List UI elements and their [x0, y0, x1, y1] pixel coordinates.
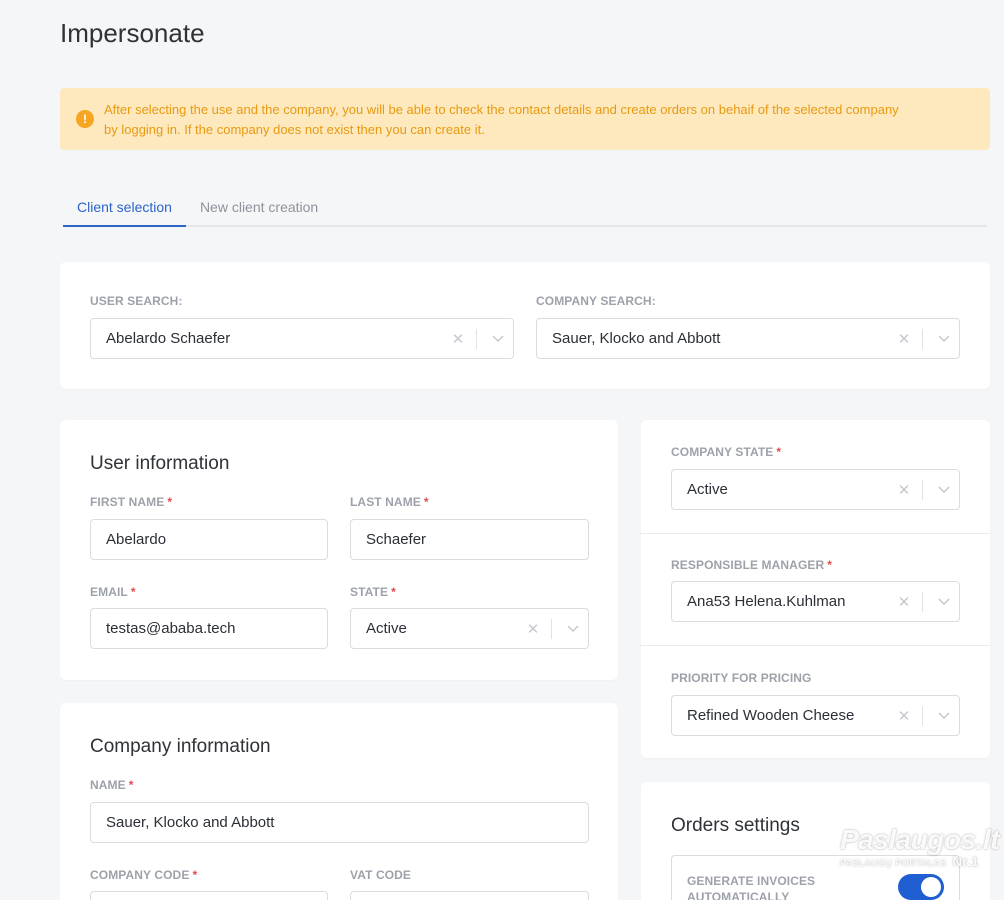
- clear-icon[interactable]: ✕: [892, 330, 916, 348]
- first-name-field[interactable]: [90, 519, 328, 560]
- page-title: Impersonate: [60, 18, 205, 48]
- priority-for-pricing-label: PRIORITY FOR PRICING: [671, 671, 812, 685]
- company-name-input[interactable]: [106, 814, 588, 831]
- state-select[interactable]: Active ✕: [350, 608, 589, 649]
- first-name-input[interactable]: [106, 531, 327, 548]
- tab-bar: Client selection New client creation: [63, 191, 987, 227]
- last-name-field[interactable]: [350, 519, 589, 560]
- vat-code-label: VAT CODE: [350, 868, 412, 882]
- alert-line-1: After selecting the use and the company,…: [104, 102, 899, 117]
- watermark-sub: PASLAUGŲ PORTALAS Nr.1: [840, 854, 980, 869]
- chevron-down-icon[interactable]: [929, 334, 959, 343]
- state-value: Active: [366, 620, 407, 637]
- info-alert: ! After selecting the use and the compan…: [60, 88, 990, 150]
- select-separator: [922, 591, 923, 612]
- company-name-field[interactable]: [90, 802, 589, 843]
- company-search-value: Sauer, Klocko and Abbott: [552, 330, 721, 347]
- clear-icon[interactable]: ✕: [892, 481, 916, 499]
- watermark-main: Paslaugos.lt: [840, 824, 999, 855]
- company-state-label: COMPANY STATE *: [671, 445, 782, 459]
- select-separator: [551, 618, 552, 639]
- orders-settings-title: Orders settings: [671, 815, 800, 836]
- tab-client-selection[interactable]: Client selection: [63, 191, 186, 227]
- select-separator: [922, 479, 923, 500]
- chevron-down-icon[interactable]: [929, 485, 959, 494]
- select-separator: [922, 328, 923, 349]
- last-name-input[interactable]: [366, 531, 588, 548]
- company-information-title: Company information: [90, 736, 271, 757]
- exclamation-icon: !: [76, 110, 94, 128]
- company-code-field[interactable]: [90, 891, 328, 900]
- user-search-select[interactable]: Abelardo Schaefer ✕: [90, 318, 514, 359]
- toggle-knob: [921, 877, 941, 897]
- chevron-down-icon[interactable]: [558, 624, 588, 633]
- email-field[interactable]: [90, 608, 328, 649]
- chevron-down-icon[interactable]: [929, 711, 959, 720]
- user-information-card: User information FIRST NAME* LAST NAME* …: [60, 420, 618, 680]
- last-name-label: LAST NAME *: [350, 495, 429, 509]
- clear-icon[interactable]: ✕: [521, 620, 545, 638]
- priority-for-pricing-select[interactable]: Refined Wooden Cheese ✕: [671, 695, 960, 736]
- state-label: STATE *: [350, 585, 396, 599]
- clear-icon[interactable]: ✕: [446, 330, 470, 348]
- responsible-manager-label: RESPONSIBLE MANAGER *: [671, 558, 833, 572]
- company-name-label: NAME *: [90, 778, 134, 792]
- company-search-label: COMPANY SEARCH:: [536, 294, 656, 308]
- first-name-label: FIRST NAME *: [90, 495, 173, 509]
- priority-for-pricing-value: Refined Wooden Cheese: [687, 707, 855, 724]
- company-code-label: COMPANY CODE *: [90, 868, 198, 882]
- company-search-select[interactable]: Sauer, Klocko and Abbott ✕: [536, 318, 960, 359]
- search-card: USER SEARCH: Abelardo Schaefer ✕ COMPANY…: [60, 262, 990, 389]
- chevron-down-icon[interactable]: [929, 597, 959, 606]
- generate-invoices-label: GENERATE INVOICES AUTOMATICALLY: [687, 874, 816, 900]
- email-label: EMAIL *: [90, 585, 136, 599]
- tab-new-client-creation[interactable]: New client creation: [186, 191, 332, 227]
- clear-icon[interactable]: ✕: [892, 707, 916, 725]
- user-information-title: User information: [90, 453, 230, 474]
- responsible-manager-value: Ana53 Helena.Kuhlman: [687, 593, 846, 610]
- user-search-value: Abelardo Schaefer: [106, 330, 231, 347]
- email-input[interactable]: [106, 620, 327, 637]
- alert-text: After selecting the use and the company,…: [104, 100, 899, 140]
- divider: [641, 533, 990, 534]
- chevron-down-icon[interactable]: [483, 334, 513, 343]
- paslaugos-watermark-logo: Paslaugos.lt PASLAUGŲ PORTALAS Nr.1: [840, 824, 999, 880]
- vat-code-field[interactable]: [350, 891, 589, 900]
- divider: [641, 645, 990, 646]
- clear-icon[interactable]: ✕: [892, 593, 916, 611]
- company-state-value: Active: [687, 481, 728, 498]
- company-state-select[interactable]: Active ✕: [671, 469, 960, 510]
- alert-line-2: by logging in. If the company does not e…: [104, 122, 485, 137]
- company-information-card: Company information NAME* COMPANY CODE* …: [60, 703, 618, 900]
- user-search-label: USER SEARCH:: [90, 294, 183, 308]
- select-separator: [476, 328, 477, 349]
- select-separator: [922, 705, 923, 726]
- company-settings-card: COMPANY STATE * Active ✕ RESPONSIBLE MANA…: [641, 420, 990, 758]
- responsible-manager-select[interactable]: Ana53 Helena.Kuhlman ✕: [671, 581, 960, 622]
